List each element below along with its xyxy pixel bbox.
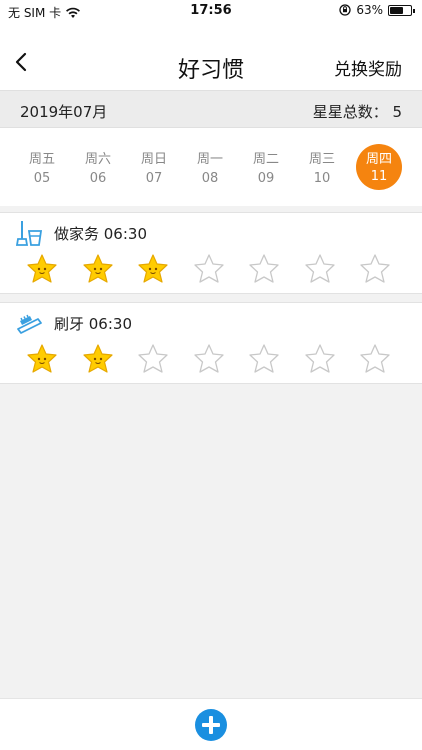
date-label: 07 [145,171,163,186]
day-10[interactable]: 周三 10 [298,140,346,192]
weekday-label: 周六 [84,152,111,167]
star-empty-icon[interactable] [304,343,336,375]
weekday-label: 周三 [308,152,335,167]
date-label: 05 [33,171,51,186]
summary-bar: 2019年07月 星星总数： 5 [0,90,422,128]
toothbrush-icon [17,314,42,334]
day-06[interactable]: 周六 06 [74,140,122,192]
star-empty-icon[interactable] [248,253,280,285]
date-label: 11 [370,169,388,184]
chores-icon [16,221,43,246]
weekday-label: 周四 [365,152,392,167]
weekday-label: 周日 [140,152,167,167]
battery-level [390,6,403,14]
redeem-rewards-button[interactable]: 兑换奖励 [334,55,402,80]
status-right: 63% [339,3,415,17]
star-empty-icon[interactable] [359,343,391,375]
star-filled-icon[interactable] [137,253,169,285]
habit-label: 刷牙 06:30 [54,315,132,333]
nav-bar: 好习惯 兑换奖励 [0,22,422,90]
day-07[interactable]: 周日 07 [130,140,178,192]
star-empty-icon[interactable] [193,343,225,375]
total-stars-label: 星星总数： 5 [312,103,402,121]
battery-percent: 63% [356,3,383,17]
battery-icon [388,4,415,16]
star-filled-icon[interactable] [26,343,58,375]
date-label: 06 [89,171,107,186]
habit-card-chores[interactable]: 做家务 06:30 [0,212,422,294]
star-empty-icon[interactable] [193,253,225,285]
stars-row [26,343,406,377]
habit-label: 做家务 06:30 [54,225,147,243]
weekday-label: 周二 [252,152,279,167]
star-empty-icon[interactable] [304,253,336,285]
day-11[interactable]: 周四 11 [356,144,402,190]
day-05[interactable]: 周五 05 [18,140,66,192]
status-bar: 无 SIM 卡 17:56 63% [0,0,422,22]
stars-row [26,253,406,287]
star-empty-icon[interactable] [359,253,391,285]
star-empty-icon[interactable] [137,343,169,375]
day-08[interactable]: 周一 08 [186,140,234,192]
date-label: 09 [257,171,275,186]
weekday-label: 周五 [28,152,55,167]
orientation-lock-icon [339,4,351,16]
star-filled-icon[interactable] [26,253,58,285]
week-strip: 周五 05 周六 06 周日 07 周一 08 周二 09 周三 10 周四 11 [0,128,422,206]
bottom-bar [0,698,422,750]
date-label: 10 [313,171,331,186]
star-empty-icon[interactable] [248,343,280,375]
month-label[interactable]: 2019年07月 [20,101,107,122]
star-filled-icon[interactable] [82,253,114,285]
weekday-label: 周一 [196,152,223,167]
star-filled-icon[interactable] [82,343,114,375]
habit-card-toothbrush[interactable]: 刷牙 06:30 [0,302,422,384]
date-label: 08 [201,171,219,186]
add-habit-icon[interactable] [195,709,227,741]
day-09[interactable]: 周二 09 [242,140,290,192]
